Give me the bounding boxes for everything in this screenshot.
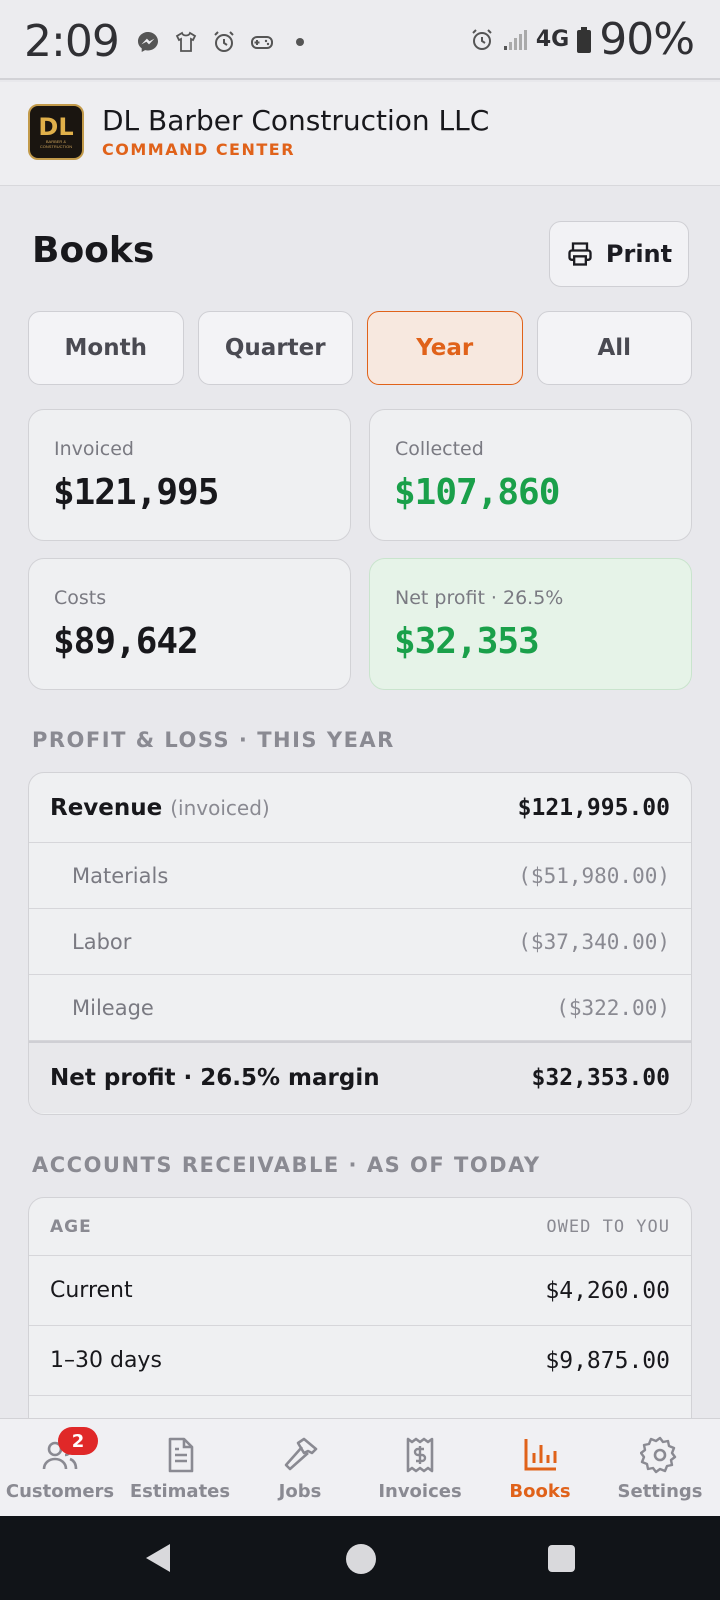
nav-label: Customers [5,1481,115,1502]
materials-amount: ($51,980.00) [518,863,670,888]
invoiced-label: Invoiced [54,438,134,460]
battery-percent: 90% [599,14,695,65]
ar-section-title: ACCOUNTS RECEIVABLE · AS OF TODAY [32,1153,541,1177]
materials-label: Materials [72,863,169,888]
notification-icons [136,30,312,54]
net-profit-row: Net profit · 26.5% margin $32,353.00 [29,1041,691,1113]
alarm-icon [472,28,492,50]
system-status: 4G 90% [470,14,695,65]
company-logo[interactable]: DL BARBER & CONSTRUCTION [28,104,84,160]
labor-label: Labor [72,929,132,954]
tab-year[interactable]: Year [367,311,523,385]
nav-label: Estimates [129,1481,231,1502]
tab-quarter[interactable]: Quarter [197,311,353,385]
net-profit-value: $32,353 [394,621,540,662]
hammer-icon [284,1437,318,1471]
revenue-label: Revenue (invoiced) [50,795,270,821]
nav-estimates[interactable]: Estimates [120,1419,240,1516]
ar-age-label: 1–30 days [50,1348,162,1373]
bar-chart-icon [524,1439,557,1471]
mileage-amount: ($322.00) [556,995,670,1020]
dot-icon [296,38,304,46]
table-row: Current $4,260.00 [29,1256,691,1326]
invoiced-value: $121,995 [53,472,219,513]
bottom-nav: 2 Customers Estimates Jobs Invoices Book… [0,1418,720,1516]
costs-label: Costs [54,587,107,609]
system-nav-bar [0,1516,720,1600]
company-name: DL Barber Construction LLC [102,104,490,137]
collected-card: Collected $107,860 [369,409,692,541]
revenue-label-text: Revenue [50,794,163,821]
status-time: 2:09 [24,16,120,67]
gamepad-icon [251,36,273,49]
ar-col-age: AGE [50,1216,92,1237]
labor-amount: ($37,340.00) [518,929,670,954]
nav-invoices[interactable]: Invoices [360,1419,480,1516]
profit-loss-table: Revenue (invoiced) $121,995.00 Materials … [28,772,692,1115]
costs-value: $89,642 [53,621,199,662]
pl-section-title: PROFIT & LOSS · THIS YEAR [32,728,395,752]
collected-label: Collected [395,438,484,460]
messenger-icon [138,32,158,52]
nav-label: Invoices [378,1481,462,1502]
net-profit-card: Net profit · 26.5% $32,353 [369,558,692,690]
page-title: Books [32,230,155,271]
customers-badge: 2 [58,1427,98,1455]
print-label: Print [605,240,673,268]
ar-col-owed: OWED TO YOU [546,1216,670,1237]
gear-icon [640,1436,677,1474]
printer-icon [568,242,592,266]
costs-card: Costs $89,642 [28,558,351,690]
logo-subtext: BARBER & CONSTRUCTION [39,139,73,149]
nav-customers[interactable]: 2 Customers [0,1419,120,1516]
home-icon[interactable] [346,1544,376,1574]
ar-age-label: Current [50,1278,133,1303]
recents-icon[interactable] [548,1545,575,1572]
net-profit-label: Net profit · 26.5% [395,587,564,609]
ar-amount: $4,260.00 [545,1277,670,1304]
app-header: DL BARBER & CONSTRUCTION DL Barber Const… [0,82,720,186]
receipt-icon [406,1437,434,1473]
app-subtitle: COMMAND CENTER [102,140,296,159]
table-row: 1–30 days $9,875.00 [29,1326,691,1396]
revenue-amount: $121,995.00 [517,794,670,821]
revenue-note: (invoiced) [170,795,270,820]
tab-month[interactable]: Month [28,311,184,385]
net-profit-total-label: Net profit · 26.5% margin [50,1065,380,1091]
back-icon[interactable] [144,1542,172,1574]
tab-all[interactable]: All [536,311,692,385]
collected-value: $107,860 [394,472,560,513]
status-bar: 2:09 4G 90% [0,0,720,80]
invoiced-card: Invoiced $121,995 [28,409,351,541]
mileage-label: Mileage [72,995,154,1020]
materials-row: Materials ($51,980.00) [29,843,691,909]
nav-settings[interactable]: Settings [600,1419,720,1516]
document-icon [168,1437,194,1473]
ar-amount: $9,875.00 [545,1347,670,1374]
nav-label: Books [509,1481,571,1502]
revenue-row: Revenue (invoiced) $121,995.00 [29,773,691,843]
shirt-icon [175,31,197,52]
nav-label: Jobs [278,1481,322,1502]
logo-text: DL [38,113,74,141]
battery-icon [577,26,592,53]
alarm-icon [214,31,234,52]
nav-label: Settings [617,1481,703,1502]
network-type: 4G [535,27,570,52]
print-button[interactable]: Print [549,221,689,287]
ar-header-row: AGE OWED TO YOU [29,1198,691,1256]
nav-jobs[interactable]: Jobs [240,1419,360,1516]
labor-row: Labor ($37,340.00) [29,909,691,975]
period-tabs: Month Quarter Year All [28,311,692,385]
nav-books[interactable]: Books [480,1419,600,1516]
mileage-row: Mileage ($322.00) [29,975,691,1041]
signal-icon [503,29,527,50]
net-profit-total-amount: $32,353.00 [531,1065,670,1091]
